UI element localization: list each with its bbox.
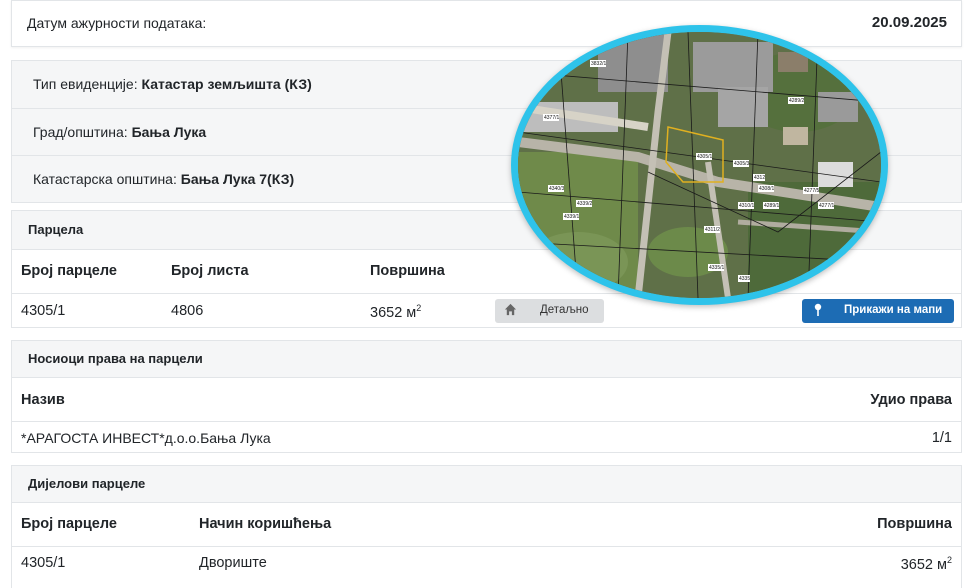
municipality-label: Катастарска општина:	[33, 171, 177, 187]
parcel-parts-card: Дијелови парцеле Број парцеле Начин кори…	[11, 465, 962, 588]
usage-cell: Двориште	[199, 555, 267, 571]
map-parcel-label: 4339/1	[564, 214, 580, 220]
detail-button[interactable]: Детаљно	[495, 299, 604, 323]
sheet-number-cell: 4806	[171, 303, 204, 319]
data-date-label: Датум ажурности података:	[27, 15, 207, 31]
map-parcel-label: 4308/1	[759, 186, 775, 192]
parcel-parts-title: Дијелови парцеле	[12, 466, 961, 502]
map-parcel-label: 4289/1	[764, 203, 780, 209]
map-parcel-label: 3832/1	[591, 61, 607, 67]
show-on-map-button[interactable]: Прикажи на мапи	[802, 299, 954, 323]
parcel-number-header: Број парцеле	[21, 263, 117, 279]
rights-share-cell: 1/1	[931, 430, 952, 446]
rights-holders-title: Носиоци права на парцели	[12, 341, 961, 377]
sheet-number-header: Број листа	[171, 263, 249, 279]
record-type-label: Тип евиденције:	[33, 76, 138, 92]
data-date-value: 20.09.2025	[871, 14, 947, 31]
parcel-number-cell: 4305/1	[21, 303, 66, 319]
holder-name-header: Назив	[21, 392, 65, 408]
usage-header: Начин коришћења	[199, 516, 332, 532]
map-parcel-label: 4312	[754, 175, 765, 181]
holder-name-cell: *АРАГОСТА ИНВЕСТ*д.о.о.Бања Лука	[21, 430, 271, 446]
area-header: Површина	[370, 263, 445, 279]
map-parcel-label: 4277/1	[819, 203, 835, 209]
map-parcel-label: 4289/2	[789, 98, 805, 104]
part-area-cell: 3652 м2	[900, 555, 952, 573]
data-date-card: Датум ажурности података: 20.09.2025	[11, 0, 962, 47]
map-parcel-label: 4277/5	[804, 188, 820, 194]
city-label: Град/општина:	[33, 124, 128, 140]
rights-share-header: Удио права	[870, 392, 952, 408]
cadastral-map-image: 3832/1 4377/1 4305/1 4340/3 4339/2 4339/1 4305…	[518, 32, 881, 298]
municipality-value: Бања Лука 7(КЗ)	[180, 171, 295, 187]
map-parcel-label: 4310/1	[739, 203, 755, 209]
map-parcel-label: 4305/3	[734, 161, 750, 167]
map-parcel-label: 4311/2	[705, 227, 720, 233]
map-parcel-label: 4335	[739, 276, 750, 282]
parcel-map-preview[interactable]: 3832/1 4377/1 4305/1 4340/3 4339/2 4339/1 4305…	[511, 25, 888, 305]
detail-button-label: Детаљно	[540, 304, 589, 316]
show-on-map-label: Прикажи на мапи	[844, 304, 943, 316]
map-pin-icon	[813, 303, 823, 320]
part-number-cell: 4305/1	[21, 555, 66, 571]
record-type-value: Катастар земљишта (КЗ)	[141, 76, 312, 92]
map-parcel-label: 4377/1	[544, 115, 560, 121]
map-parcel-label: 4340/3	[549, 186, 565, 192]
map-parcel-label: 4339/2	[577, 201, 593, 207]
home-icon	[504, 303, 517, 319]
city-value: Бања Лука	[131, 124, 207, 140]
map-parcel-label: 4335/1	[709, 265, 725, 271]
rights-holders-card: Носиоци права на парцели Назив Удио прав…	[11, 340, 962, 453]
map-parcel-label: 4305/1	[697, 154, 713, 160]
area-cell: 3652 м2	[370, 303, 422, 321]
part-area-header: Површина	[877, 516, 952, 532]
part-number-header: Број парцеле	[21, 516, 117, 532]
